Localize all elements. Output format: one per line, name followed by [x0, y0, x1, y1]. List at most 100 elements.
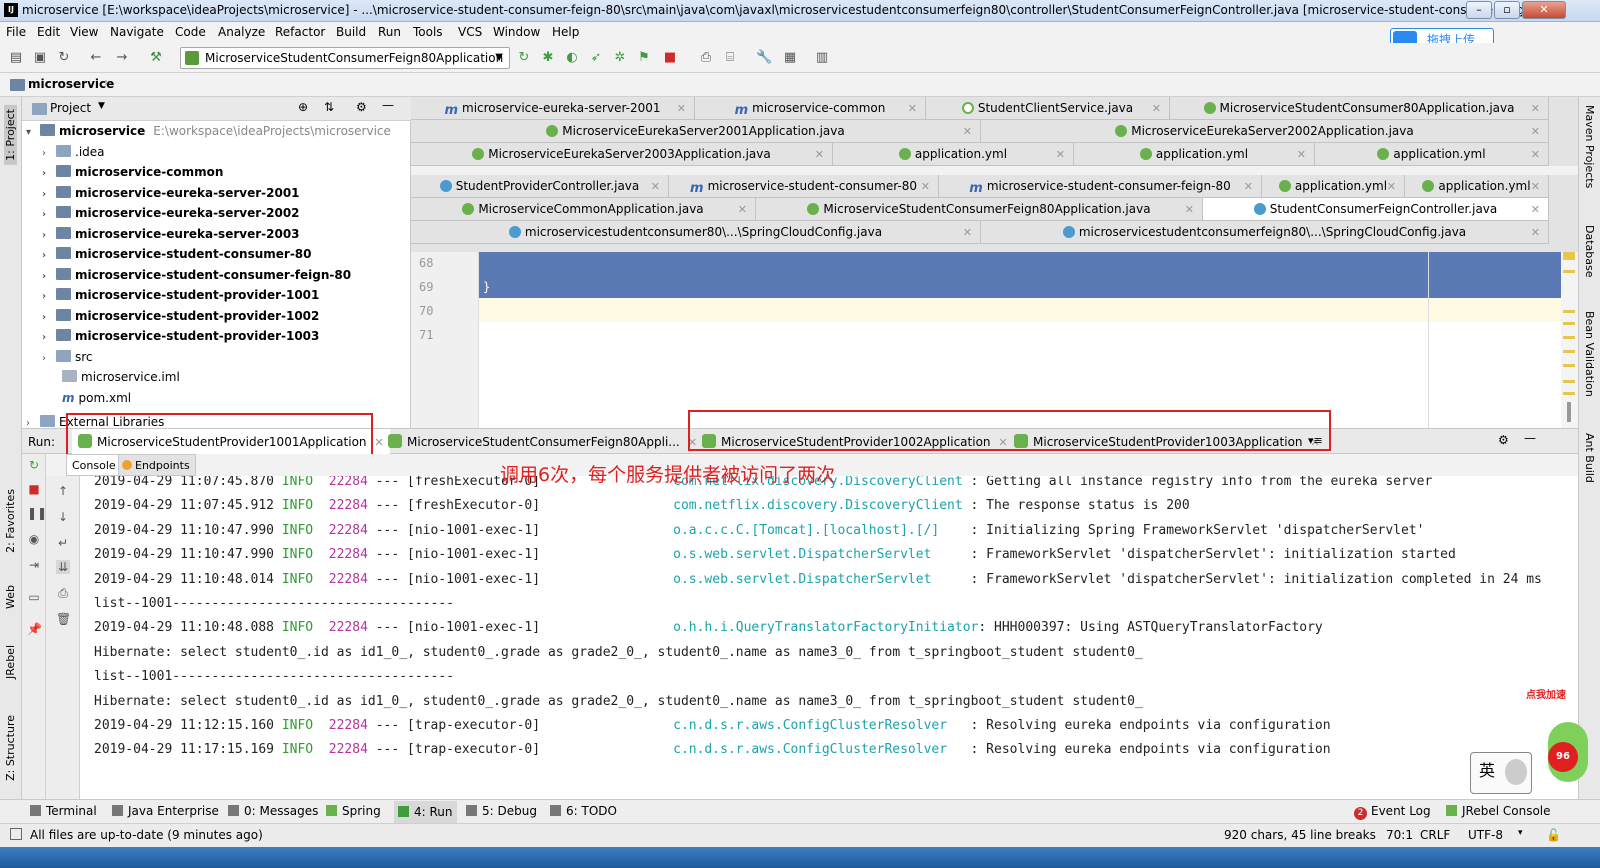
tree-item[interactable]: microservice.iml	[62, 367, 180, 388]
close-icon[interactable]: ✕	[1244, 175, 1253, 197]
menu-view[interactable]: View	[70, 25, 98, 39]
close-icon[interactable]: ✕	[1297, 143, 1306, 165]
close-icon[interactable]: ✕	[1185, 198, 1194, 220]
sdk-icon[interactable]: ⌸	[722, 50, 738, 66]
stop-icon[interactable]: ■	[27, 482, 41, 496]
tree-root[interactable]: ▾ microservice E:\workspace\ideaProjects\m…	[26, 121, 391, 142]
restore-button[interactable]: ▫	[1494, 1, 1520, 19]
terminal-tool-button[interactable]: Terminal	[30, 804, 97, 818]
menu-build[interactable]: Build	[336, 25, 366, 39]
maven-tool-tab[interactable]: Maven Projects	[1583, 105, 1596, 188]
run-tool-button[interactable]: 4: Run	[394, 801, 457, 823]
hide-panel-icon[interactable]: —	[382, 98, 394, 112]
project-structure-icon[interactable]: ⎙	[698, 50, 714, 66]
project-view-select[interactable]: Project	[50, 101, 91, 115]
spring-tool-button[interactable]: Spring	[326, 804, 381, 818]
tree-item[interactable]: › microservice-student-provider-1003	[42, 326, 319, 347]
editor-tab[interactable]: MicroserviceEurekaServer2001Application.…	[411, 120, 981, 143]
close-icon[interactable]: ✕	[1531, 221, 1540, 243]
favorites-tool-tab[interactable]: 2: Favorites	[4, 489, 17, 553]
menu-vcs[interactable]: VCS	[458, 25, 482, 39]
close-icon[interactable]: ✕	[908, 97, 917, 119]
editor-tab[interactable]: MicroserviceStudentConsumerFeign80Applic…	[756, 198, 1203, 221]
speed-indicator[interactable]: 96	[1548, 742, 1578, 772]
editor-tab[interactable]: m microservice-eureka-server-2001 ✕	[411, 97, 695, 120]
editor-tab[interactable]: m microservice-student-consumer-feign-80 ✕	[939, 175, 1262, 198]
java-enterprise-tool-button[interactable]: Java Enterprise	[112, 804, 219, 818]
close-icon[interactable]: ✕	[1531, 175, 1540, 197]
minimize-button[interactable]: –	[1466, 1, 1492, 19]
sync-icon[interactable]: ↻	[56, 50, 72, 66]
soft-wrap-icon[interactable]: ↵	[56, 536, 70, 550]
menu-analyze[interactable]: Analyze	[218, 25, 265, 39]
close-icon[interactable]: ✕	[1531, 198, 1540, 220]
editor-tab[interactable]: microservicestudentconsumerfeign80\...\S…	[981, 221, 1549, 244]
editor-tab[interactable]: StudentClientService.java ✕	[926, 97, 1170, 120]
arrow-down-icon[interactable]: ↓	[56, 510, 70, 524]
exit-icon[interactable]: ⇥	[27, 558, 41, 572]
back-icon[interactable]: ←	[88, 50, 104, 66]
pin-icon[interactable]: 📌	[27, 622, 42, 636]
menu-code[interactable]: Code	[175, 25, 206, 39]
tree-item[interactable]: › microservice-student-provider-1002	[42, 306, 319, 327]
structure-icon[interactable]: ▦	[782, 50, 798, 66]
messages-tool-button[interactable]: 0: Messages	[228, 804, 318, 818]
menu-window[interactable]: Window	[493, 25, 540, 39]
editor-tab[interactable]: application.yml ✕	[1315, 143, 1549, 166]
menu-navigate[interactable]: Navigate	[110, 25, 164, 39]
tree-item[interactable]: › microservice-student-consumer-80	[42, 244, 312, 265]
rerun-icon[interactable]: ↻	[516, 50, 532, 66]
forward-icon[interactable]: →	[114, 50, 130, 66]
rerun-icon[interactable]: ↻	[27, 458, 41, 472]
tree-item[interactable]: m pom.xml	[62, 388, 131, 409]
editor-tab[interactable]: m microservice-student-consumer-80 ✕	[669, 175, 939, 198]
event-log-tool-button[interactable]: 2 Event Log	[1354, 804, 1431, 820]
editor-tab[interactable]: MicroserviceStudentConsumer80Application…	[1170, 97, 1549, 120]
editor-tab[interactable]: MicroserviceEurekaServer2003Application.…	[411, 143, 833, 166]
lock-icon[interactable]: 🔓	[1546, 828, 1561, 842]
editor-tab[interactable]: StudentProviderController.java ✕	[411, 175, 669, 198]
profile-icon[interactable]: ⚑	[636, 50, 652, 66]
debug-tool-button[interactable]: 5: Debug	[466, 804, 537, 818]
editor-tab[interactable]: application.yml ✕	[1074, 143, 1315, 166]
editor-tab[interactable]: m microservice-common ✕	[695, 97, 926, 120]
tree-item[interactable]: › .idea	[42, 142, 105, 163]
scrollbar-thumb[interactable]	[1567, 402, 1571, 422]
tree-item[interactable]: › microservice-student-provider-1001	[42, 285, 319, 306]
error-stripe[interactable]	[1561, 252, 1578, 428]
pause-icon[interactable]: ❚❚	[27, 506, 47, 520]
camera-icon[interactable]: ◉	[27, 532, 41, 546]
tree-item[interactable]: › microservice-eureka-server-2001	[42, 183, 300, 204]
todo-tool-button[interactable]: 6: TODO	[550, 804, 617, 818]
line-separator[interactable]: CRLF	[1420, 828, 1450, 842]
close-icon[interactable]: ✕	[963, 221, 972, 243]
menu-file[interactable]: File	[6, 25, 26, 39]
close-icon[interactable]: ✕	[1152, 97, 1161, 119]
stop-icon[interactable]: ■	[662, 50, 678, 66]
scroll-from-source-icon[interactable]: ⊕	[298, 100, 308, 114]
menu-run[interactable]: Run	[378, 25, 401, 39]
structure-tool-tab[interactable]: Z: Structure	[4, 715, 17, 781]
menu-refactor[interactable]: Refactor	[275, 25, 325, 39]
jrebel-debug-icon[interactable]: ✲	[612, 50, 628, 66]
gear-icon[interactable]: ⚙	[1498, 433, 1509, 447]
ime-indicator[interactable]: 英	[1470, 752, 1532, 794]
console-tab[interactable]: Console	[66, 454, 122, 476]
tree-item[interactable]: › src	[42, 347, 93, 368]
gear-icon[interactable]: ⚙	[356, 100, 367, 114]
jrebel-console-tool-button[interactable]: JRebel Console	[1446, 804, 1551, 818]
menu-help[interactable]: Help	[552, 25, 579, 39]
close-icon[interactable]: ✕	[1531, 97, 1540, 119]
close-icon[interactable]: ✕	[1531, 120, 1540, 142]
caret-position[interactable]: 70:1	[1386, 828, 1413, 842]
print-icon[interactable]: ⎙	[56, 586, 70, 600]
collapse-all-icon[interactable]: ⇅	[324, 100, 334, 114]
jrebel-run-icon[interactable]: ➶	[588, 50, 604, 66]
chevron-down-icon[interactable]: ▼	[98, 101, 105, 111]
close-icon[interactable]: ✕	[1531, 143, 1540, 165]
run-tab-consumer-feign-80[interactable]: MicroserviceStudentConsumerFeign80Appli.…	[382, 429, 703, 455]
tree-item[interactable]: › microservice-student-consumer-feign-80	[42, 265, 351, 286]
coverage-icon[interactable]: ◐	[564, 50, 580, 66]
scroll-to-end-icon[interactable]: ⇊	[56, 560, 70, 574]
editor-tab-active[interactable]: StudentConsumerFeignController.java ✕	[1203, 198, 1549, 221]
